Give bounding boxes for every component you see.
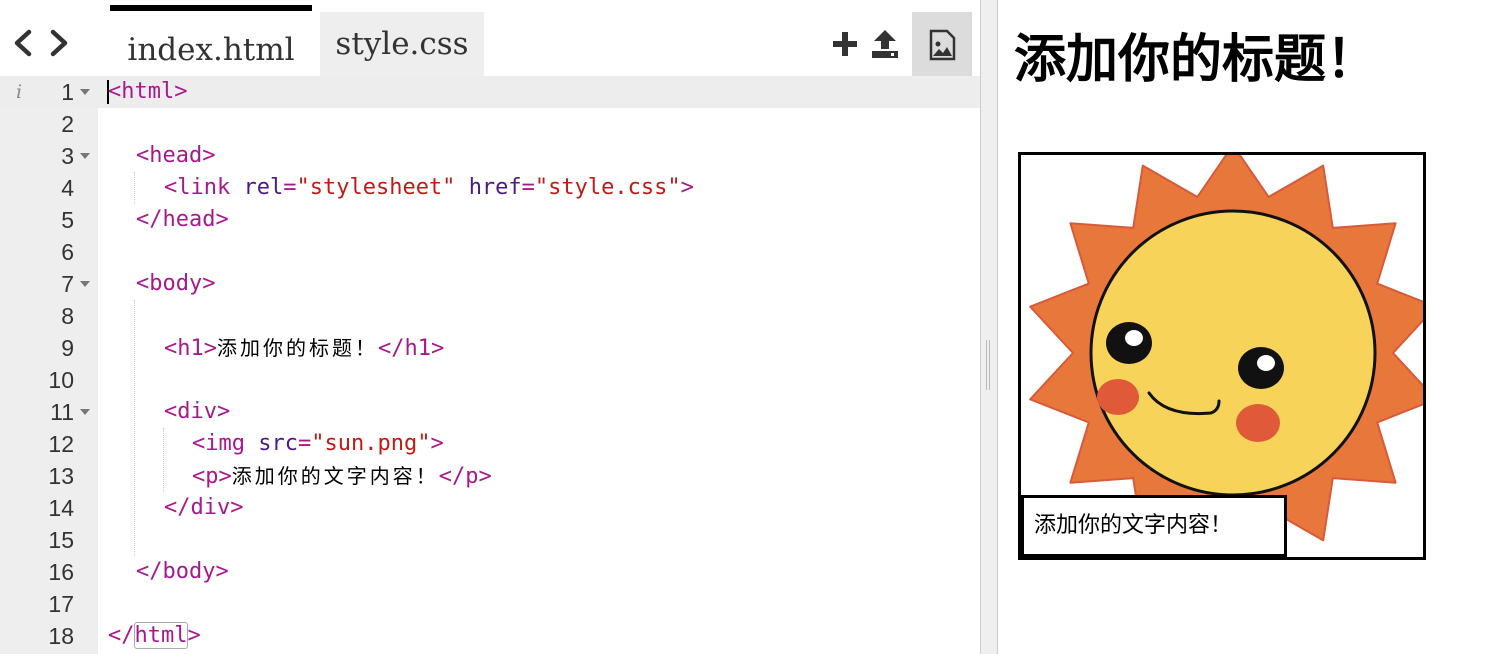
code-line[interactable]: 5 </head>: [0, 204, 980, 236]
code-token: </p>: [438, 464, 492, 489]
code-line[interactable]: 18 </html>: [0, 620, 980, 652]
code-token: "sun.png": [311, 431, 431, 456]
code-token: <h1>: [164, 336, 217, 361]
code-token: >: [680, 175, 694, 200]
code-token: =: [283, 175, 297, 200]
line-number: 16: [48, 559, 74, 585]
line-number: 10: [48, 367, 74, 393]
tab-index-html[interactable]: index.html: [110, 5, 312, 76]
fold-arrow-icon[interactable]: [80, 281, 90, 287]
code-token: 添加你的标题！: [216, 336, 378, 360]
preview-caption: 添加你的文字内容！: [1021, 495, 1287, 557]
image-button[interactable]: [912, 12, 972, 76]
code-line[interactable]: 16 </body>: [0, 556, 980, 588]
code-token: href: [468, 175, 522, 200]
code-token: </head>: [136, 207, 229, 232]
fold-arrow-icon[interactable]: [80, 409, 90, 415]
code-token: =: [521, 175, 535, 200]
code-line[interactable]: 17: [0, 588, 980, 620]
line-number: 6: [61, 239, 74, 265]
line-number: 8: [61, 303, 74, 329]
code-token: <link: [164, 175, 231, 200]
tab-style-css[interactable]: style.css: [320, 12, 484, 76]
plus-icon[interactable]: [830, 28, 860, 60]
code-line[interactable]: 6: [0, 236, 980, 268]
code-line[interactable]: 8: [0, 300, 980, 332]
pane-resize-handle[interactable]: [980, 0, 998, 654]
code-line[interactable]: 4 <link rel="stylesheet" href="style.css…: [0, 172, 980, 204]
code-token: <div>: [164, 399, 231, 424]
line-number: 2: [61, 111, 74, 137]
chevron-right-icon[interactable]: [46, 26, 72, 60]
code-token: </div>: [164, 495, 244, 520]
fold-arrow-icon[interactable]: [80, 153, 90, 159]
code-token: 添加你的文字内容！: [231, 464, 439, 488]
code-token: >: [187, 623, 201, 648]
code-token: </h1>: [377, 336, 445, 361]
code-line[interactable]: 2: [0, 108, 980, 140]
code-token: </: [108, 623, 135, 648]
matching-tag-highlight: html: [133, 622, 189, 649]
code-token: "stylesheet": [296, 175, 456, 200]
line-number: 4: [61, 175, 74, 201]
line-number: 18: [48, 623, 74, 649]
code-token: <body>: [136, 271, 216, 296]
code-editor: index.html style.css i 1 <html> 2 3 <hea…: [0, 0, 980, 654]
code-token: =: [297, 431, 312, 456]
code-token: <p>: [192, 464, 232, 489]
line-number: 17: [48, 591, 74, 617]
code-token: </body>: [136, 559, 229, 584]
code-line[interactable]: 15: [0, 524, 980, 556]
line-number: 9: [61, 335, 74, 361]
line-number: 11: [50, 399, 74, 425]
image-icon: [929, 29, 956, 61]
code-line[interactable]: 10: [0, 364, 980, 396]
code-token: src: [258, 431, 298, 456]
code-line[interactable]: 11 <div>: [0, 396, 980, 428]
upload-icon[interactable]: [870, 28, 900, 60]
line-number: 3: [61, 143, 74, 169]
fold-arrow-icon[interactable]: [80, 89, 90, 95]
line-number: 15: [48, 527, 74, 553]
code-token: <img: [192, 431, 245, 456]
preview-heading: 添加你的标题！: [1014, 30, 1379, 90]
editor-toolbar: index.html style.css: [0, 0, 980, 76]
code-token: <html>: [108, 79, 188, 104]
line-number: 13: [48, 463, 74, 489]
line-number: 12: [48, 431, 74, 457]
grip-icon: [986, 340, 992, 390]
code-line[interactable]: 13 <p>添加你的文字内容！</p>: [0, 460, 980, 492]
code-token: "style.css": [534, 175, 681, 200]
line-number: 7: [61, 271, 74, 297]
line-number: 14: [48, 495, 74, 521]
preview-div: 添加你的文字内容！: [1018, 152, 1426, 560]
code-token: >: [430, 431, 444, 456]
chevron-left-icon[interactable]: [10, 26, 36, 60]
code-line[interactable]: 12 <img src="sun.png">: [0, 428, 980, 460]
line-number: 1: [61, 79, 74, 105]
preview-pane: 添加你的标题！ 添加你的文字内容！: [998, 0, 1494, 654]
code-token: rel: [243, 175, 284, 200]
code-line[interactable]: 9 <h1>添加你的标题！</h1>: [0, 332, 980, 364]
code-line[interactable]: 7 <body>: [0, 268, 980, 300]
code-token: <head>: [136, 143, 216, 168]
code-line[interactable]: 3 <head>: [0, 140, 980, 172]
line-number: 5: [61, 207, 74, 233]
code-line[interactable]: 14 </div>: [0, 492, 980, 524]
code-line[interactable]: i 1 <html>: [0, 76, 980, 108]
